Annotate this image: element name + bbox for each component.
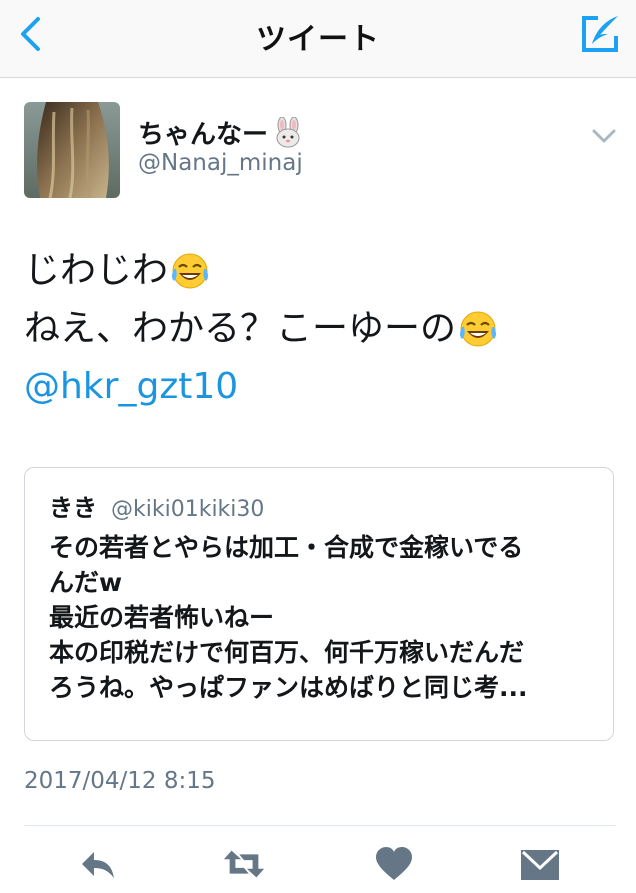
avatar[interactable] xyxy=(24,102,120,198)
author-handle[interactable]: @Nanaj_minaj xyxy=(138,150,303,176)
page-title: ツイート xyxy=(256,22,380,57)
tweet-line: じわじわ xyxy=(24,242,614,300)
divider xyxy=(24,825,616,826)
quoted-author-handle: @kiki01kiki30 xyxy=(111,497,265,522)
quoted-tweet-text: その若者とやらは加工・合成で金稼いでる んだw 最近の若者怖いねー 本の印税だけ… xyxy=(49,530,595,705)
quoted-text-line: 本の印税だけで何百万、何千万稼いだんだ xyxy=(49,638,525,667)
retweet-button[interactable] xyxy=(222,846,266,890)
tweet-timestamp: 2017/04/12 8:15 xyxy=(24,768,216,794)
tweet-line: ねえ、わかる？こーゆーの xyxy=(24,300,614,358)
tweet-options-button[interactable] xyxy=(590,124,618,148)
tweet-line-text: じわじわ xyxy=(24,250,169,291)
direct-message-button[interactable] xyxy=(518,846,562,890)
tweet-action-bar xyxy=(0,846,636,893)
quoted-text-line: ろうね。やっぱファンはめばりと同じ考... xyxy=(49,673,528,702)
reply-button[interactable] xyxy=(76,846,120,890)
navigation-bar: ツイート xyxy=(0,0,636,78)
quoted-text-line: その若者とやらは加工・合成で金稼いでる xyxy=(49,533,524,562)
like-button[interactable] xyxy=(372,846,416,890)
tears-of-joy-icon xyxy=(172,253,209,289)
author-display-name[interactable]: ちゃんなー xyxy=(138,114,304,151)
quoted-tweet-card[interactable]: きき @kiki01kiki30 その若者とやらは加工・合成で金稼いでる んだw… xyxy=(24,467,614,741)
tweet-line-text: ねえ、わかる？こーゆーの xyxy=(24,308,457,349)
compose-quill-icon xyxy=(582,16,618,52)
envelope-icon xyxy=(521,850,559,880)
quoted-text-line: んだw xyxy=(49,568,123,597)
tweet-line: @hkr_gzt10 xyxy=(24,358,614,416)
tears-of-joy-icon xyxy=(460,311,497,347)
tweet-body: じわじわ ねえ、わかる？こーゆーの @hkr_gzt10 xyxy=(24,242,614,416)
reply-icon xyxy=(82,852,114,878)
quoted-text-line: 最近の若者怖いねー xyxy=(49,603,275,632)
mention-link[interactable]: @hkr_gzt10 xyxy=(24,358,238,416)
heart-icon xyxy=(376,847,412,880)
chevron-down-icon xyxy=(592,129,616,143)
rabbit-face-icon xyxy=(276,116,300,147)
quoted-author-name: きき xyxy=(49,494,97,522)
author-name-text: ちゃんなー xyxy=(138,120,269,150)
retweet-icon xyxy=(223,850,265,878)
compose-button[interactable] xyxy=(576,10,624,58)
quoted-tweet-header: きき @kiki01kiki30 xyxy=(49,488,264,523)
